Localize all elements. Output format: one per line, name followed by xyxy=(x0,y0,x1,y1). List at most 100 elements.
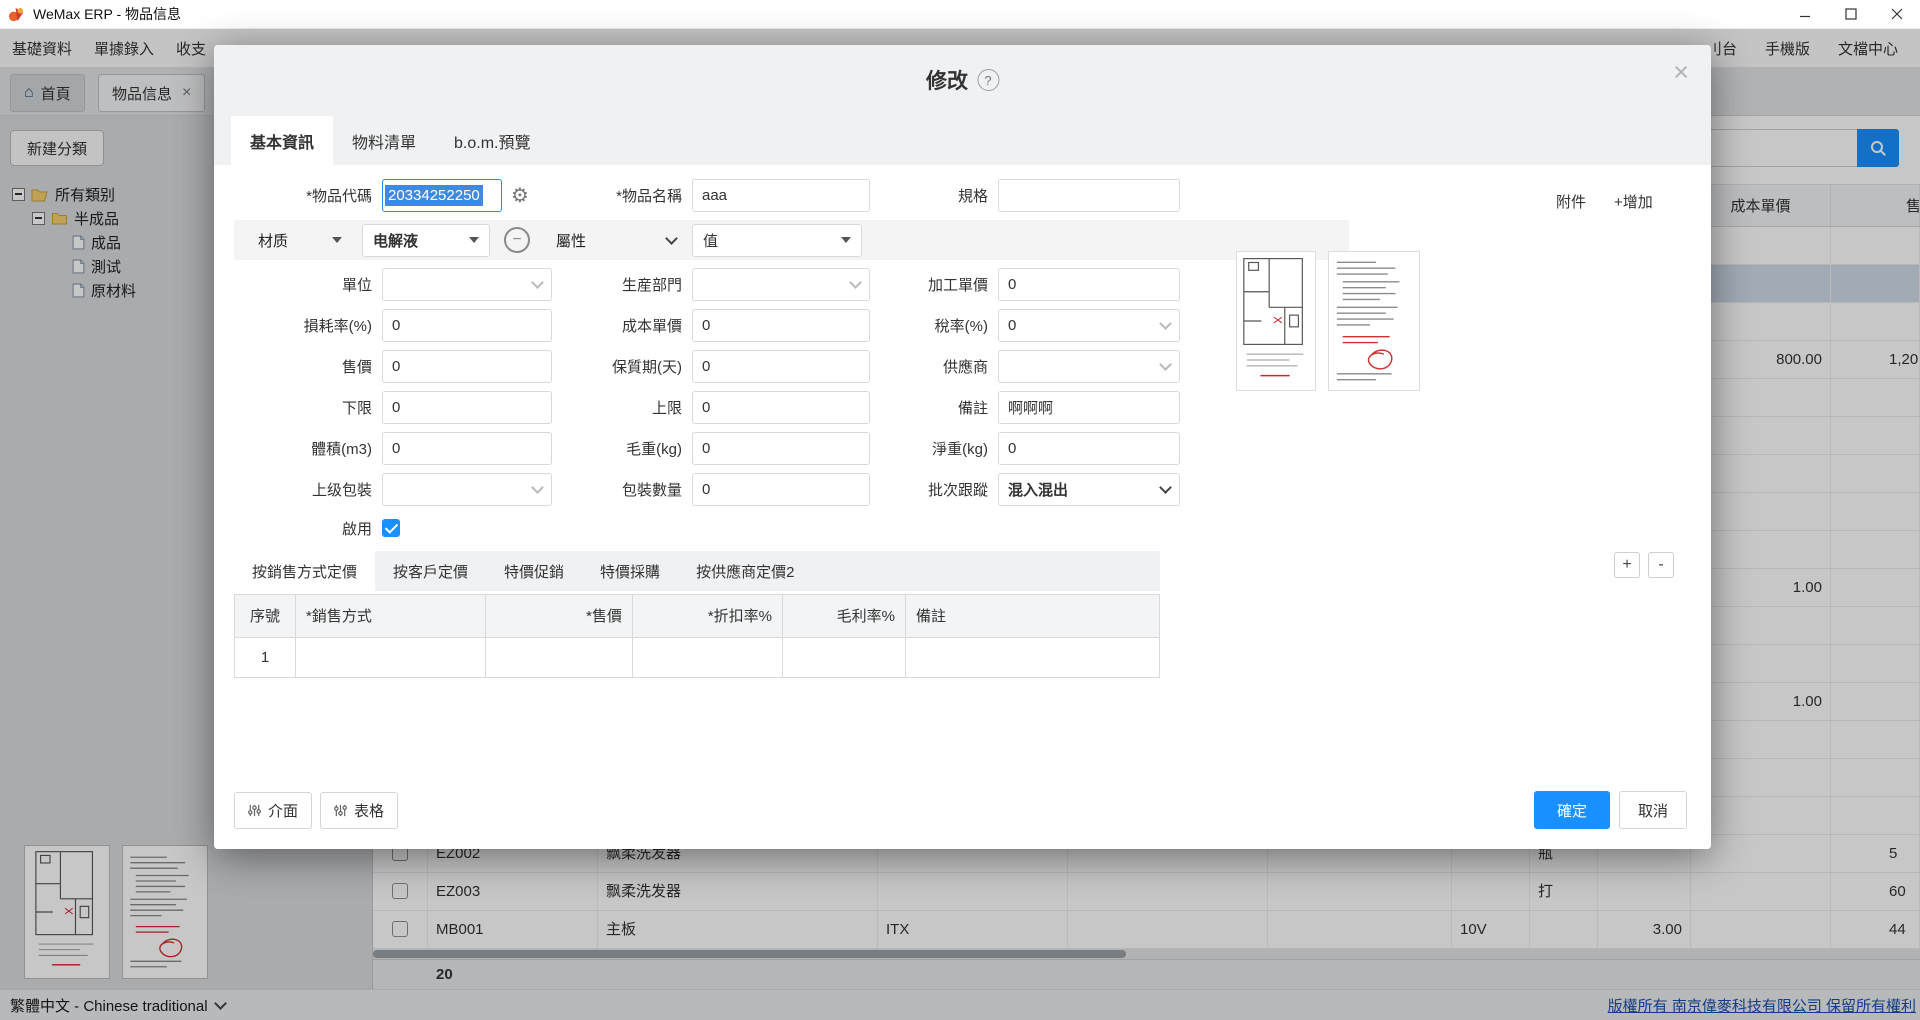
cost-price-input[interactable]: 0 xyxy=(692,309,870,342)
close-window-button[interactable] xyxy=(1874,0,1920,29)
table-button-label: 表格 xyxy=(354,800,384,821)
attribute-select-label: 屬性 xyxy=(556,230,586,251)
chevron-down-icon xyxy=(531,481,544,494)
supplier-label: 供應商 xyxy=(870,356,998,377)
window-title: WeMax ERP - 物品信息 xyxy=(33,4,181,24)
attribute-value: 值 xyxy=(703,230,718,251)
spec-input[interactable] xyxy=(998,179,1180,212)
caret-down-icon xyxy=(841,237,851,243)
production-dept-select[interactable] xyxy=(692,268,870,301)
package-qty-input[interactable]: 0 xyxy=(692,473,870,506)
material-value-select[interactable]: 电解液 xyxy=(362,224,490,257)
tab-bom-list[interactable]: 物料清單 xyxy=(333,116,435,165)
attribute-strip: 材质 电解液 − 屬性 值 xyxy=(234,220,1349,260)
tax-rate-select[interactable]: 0 xyxy=(998,309,1180,342)
edit-dialog: 修改 ? × 基本資訊 物料清單 b.o.m.預覽 *物品代碼 20334252… xyxy=(214,45,1711,849)
batch-tracking-label: 批次跟蹤 xyxy=(870,479,998,500)
volume-label: 體積(m3) xyxy=(234,438,382,459)
enabled-checkbox[interactable] xyxy=(382,519,400,537)
attribute-select[interactable]: 屬性 xyxy=(546,230,686,251)
pricing-cell-sales-method[interactable] xyxy=(296,638,486,678)
attachment-image-floorplan[interactable] xyxy=(1236,251,1316,391)
supplier-select[interactable] xyxy=(998,350,1180,383)
loss-rate-input[interactable]: 0 xyxy=(382,309,552,342)
attachments-label: 附件 xyxy=(1556,191,1586,212)
process-price-input[interactable]: 0 xyxy=(998,268,1180,301)
gross-weight-label: 毛重(kg) xyxy=(552,438,692,459)
sale-price-input[interactable]: 0 xyxy=(382,350,552,383)
cancel-button[interactable]: 取消 xyxy=(1619,791,1687,829)
chevron-down-icon xyxy=(665,232,678,245)
lower-limit-input[interactable]: 0 xyxy=(382,391,552,424)
dialog-header: 修改 ? × xyxy=(214,45,1711,116)
pricing-tab-special-purchase[interactable]: 特價採購 xyxy=(582,551,678,591)
process-price-label: 加工單價 xyxy=(870,274,998,295)
item-code-input[interactable]: 20334252250 xyxy=(382,179,502,212)
selected-text: 20334252250 xyxy=(385,185,483,206)
gross-weight-input[interactable]: 0 xyxy=(692,432,870,465)
pricing-header-discount: *折扣率% xyxy=(633,595,783,638)
material-select-label: 材质 xyxy=(258,230,288,251)
maximize-button[interactable] xyxy=(1828,0,1874,29)
chevron-down-icon xyxy=(531,276,544,289)
chevron-down-icon xyxy=(1159,317,1172,330)
caret-down-icon xyxy=(469,237,479,243)
tax-rate-label: 稅率(%) xyxy=(870,315,998,336)
loss-rate-label: 損耗率(%) xyxy=(234,315,382,336)
pricing-header-row: 序號 *銷售方式 *售價 *折扣率% 毛利率% 備註 xyxy=(235,595,1159,638)
close-icon[interactable]: × xyxy=(1673,59,1689,86)
volume-input[interactable]: 0 xyxy=(382,432,552,465)
confirm-button[interactable]: 確定 xyxy=(1534,791,1610,829)
app-icon xyxy=(8,6,25,23)
chevron-down-icon xyxy=(849,276,862,289)
add-row-button[interactable]: + xyxy=(1614,552,1640,578)
upper-limit-input[interactable]: 0 xyxy=(692,391,870,424)
pricing-tab-special-promo[interactable]: 特價促銷 xyxy=(486,551,582,591)
pricing-tab-by-sales-method[interactable]: 按銷售方式定價 xyxy=(234,551,375,591)
remove-row-button[interactable]: - xyxy=(1648,552,1674,578)
remove-attribute-icon[interactable]: − xyxy=(504,227,530,253)
unit-select[interactable] xyxy=(382,268,552,301)
pricing-cell-remark[interactable] xyxy=(906,638,1159,678)
dialog-title-row: 修改 ? xyxy=(926,65,999,95)
add-attachment-link[interactable]: +增加 xyxy=(1614,191,1653,212)
pricing-tab-by-customer[interactable]: 按客戶定價 xyxy=(375,551,486,591)
batch-tracking-select[interactable]: 混入混出 xyxy=(998,473,1180,506)
pricing-cell-discount[interactable] xyxy=(633,638,783,678)
pricing-cell-price[interactable] xyxy=(486,638,633,678)
pricing-data-row[interactable]: 1 xyxy=(235,638,1159,678)
production-dept-label: 生産部門 xyxy=(552,274,692,295)
gear-icon[interactable]: ⚙ xyxy=(511,186,529,206)
item-name-input[interactable]: aaa xyxy=(692,179,870,212)
caret-down-icon xyxy=(332,237,342,243)
pricing-header-remark: 備註 xyxy=(906,595,1159,638)
tab-basic-info[interactable]: 基本資訊 xyxy=(231,116,333,165)
pricing-cell-seq: 1 xyxy=(235,638,296,678)
pricing-tabs: 按銷售方式定價 按客戶定價 特價促銷 特價採購 按供應商定價2 xyxy=(234,551,1160,591)
attribute-value-select[interactable]: 值 xyxy=(692,224,862,257)
parent-package-select[interactable] xyxy=(382,473,552,506)
minimize-button[interactable] xyxy=(1782,0,1828,29)
net-weight-input[interactable]: 0 xyxy=(998,432,1180,465)
table-layout-button[interactable]: 表格 xyxy=(320,792,398,829)
window-titlebar: WeMax ERP - 物品信息 xyxy=(0,0,1920,29)
layout-settings-icon xyxy=(248,804,261,817)
remark-input[interactable]: 啊啊啊 xyxy=(998,391,1180,424)
dialog-body: *物品代碼 20334252250 ⚙ *物品名稱 aaa 規格 附件 +增加 … xyxy=(214,165,1711,849)
material-select[interactable]: 材质 xyxy=(248,230,352,251)
upper-limit-label: 上限 xyxy=(552,397,692,418)
pricing-header-margin: 毛利率% xyxy=(783,595,906,638)
pricing-header-price: *售價 xyxy=(486,595,633,638)
material-value: 电解液 xyxy=(373,230,418,251)
attachment-image-document[interactable] xyxy=(1328,251,1420,391)
help-icon[interactable]: ? xyxy=(977,69,999,91)
pricing-tab-by-supplier[interactable]: 按供應商定價2 xyxy=(678,551,812,591)
dialog-footer: 介面 表格 確定 取消 xyxy=(234,791,1687,829)
shelf-life-label: 保質期(天) xyxy=(552,356,692,377)
spec-label: 規格 xyxy=(870,185,998,206)
net-weight-label: 淨重(kg) xyxy=(870,438,998,459)
interface-button[interactable]: 介面 xyxy=(234,792,312,829)
pricing-cell-margin[interactable] xyxy=(783,638,906,678)
tab-bom-preview[interactable]: b.o.m.預覽 xyxy=(435,116,549,165)
shelf-life-input[interactable]: 0 xyxy=(692,350,870,383)
